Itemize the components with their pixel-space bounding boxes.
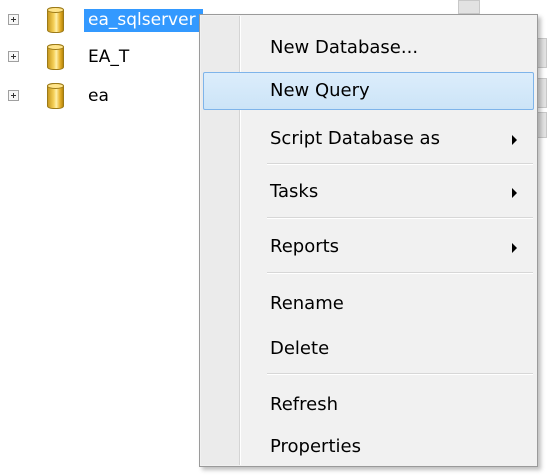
menu-item-label: Refresh [270, 394, 338, 415]
database-icon [47, 7, 64, 33]
menu-item-refresh[interactable]: Refresh [203, 386, 534, 424]
menu-item-label: Script Database as [270, 128, 440, 149]
menu-item-label: Delete [270, 338, 330, 359]
menu-item-label: New Database... [270, 37, 419, 58]
menu-separator [267, 163, 533, 165]
background-window-fragment [537, 38, 547, 68]
menu-item-new-query[interactable]: New Query [203, 72, 534, 110]
expand-plus-icon[interactable] [8, 14, 19, 25]
background-window-fragment [458, 0, 480, 14]
background-window-fragment [537, 78, 547, 108]
tree-node-label[interactable]: ea_sqlserver [84, 9, 203, 32]
menu-item-label: Tasks [270, 181, 319, 202]
tree-node-label[interactable]: ea [84, 85, 113, 108]
menu-item-new-database[interactable]: New Database... [203, 29, 534, 67]
database-icon [47, 83, 64, 109]
submenu-arrow-icon [512, 243, 517, 253]
tree-node-label[interactable]: EA_T [84, 46, 133, 69]
menu-separator [267, 272, 533, 274]
submenu-arrow-icon [512, 188, 517, 198]
menu-item-label: New Query [270, 80, 370, 101]
menu-item-label: Reports [270, 236, 340, 257]
background-window-fragment [537, 112, 547, 138]
menu-item-label: Rename [270, 293, 344, 314]
menu-item-script-database-as[interactable]: Script Database as [203, 120, 534, 158]
expand-plus-icon[interactable] [8, 90, 19, 101]
database-icon [47, 44, 64, 70]
submenu-arrow-icon [512, 135, 517, 145]
menu-item-delete[interactable]: Delete [203, 330, 534, 368]
menu-separator [267, 217, 533, 219]
menu-item-tasks[interactable]: Tasks [203, 173, 534, 211]
menu-item-label: Properties [270, 436, 361, 457]
menu-item-properties[interactable]: Properties [203, 428, 534, 466]
menu-separator [267, 373, 533, 375]
menu-item-reports[interactable]: Reports [203, 228, 534, 266]
context-menu: New Database... New Query Script Databas… [199, 14, 538, 467]
expand-plus-icon[interactable] [8, 51, 19, 62]
menu-item-rename[interactable]: Rename [203, 285, 534, 323]
